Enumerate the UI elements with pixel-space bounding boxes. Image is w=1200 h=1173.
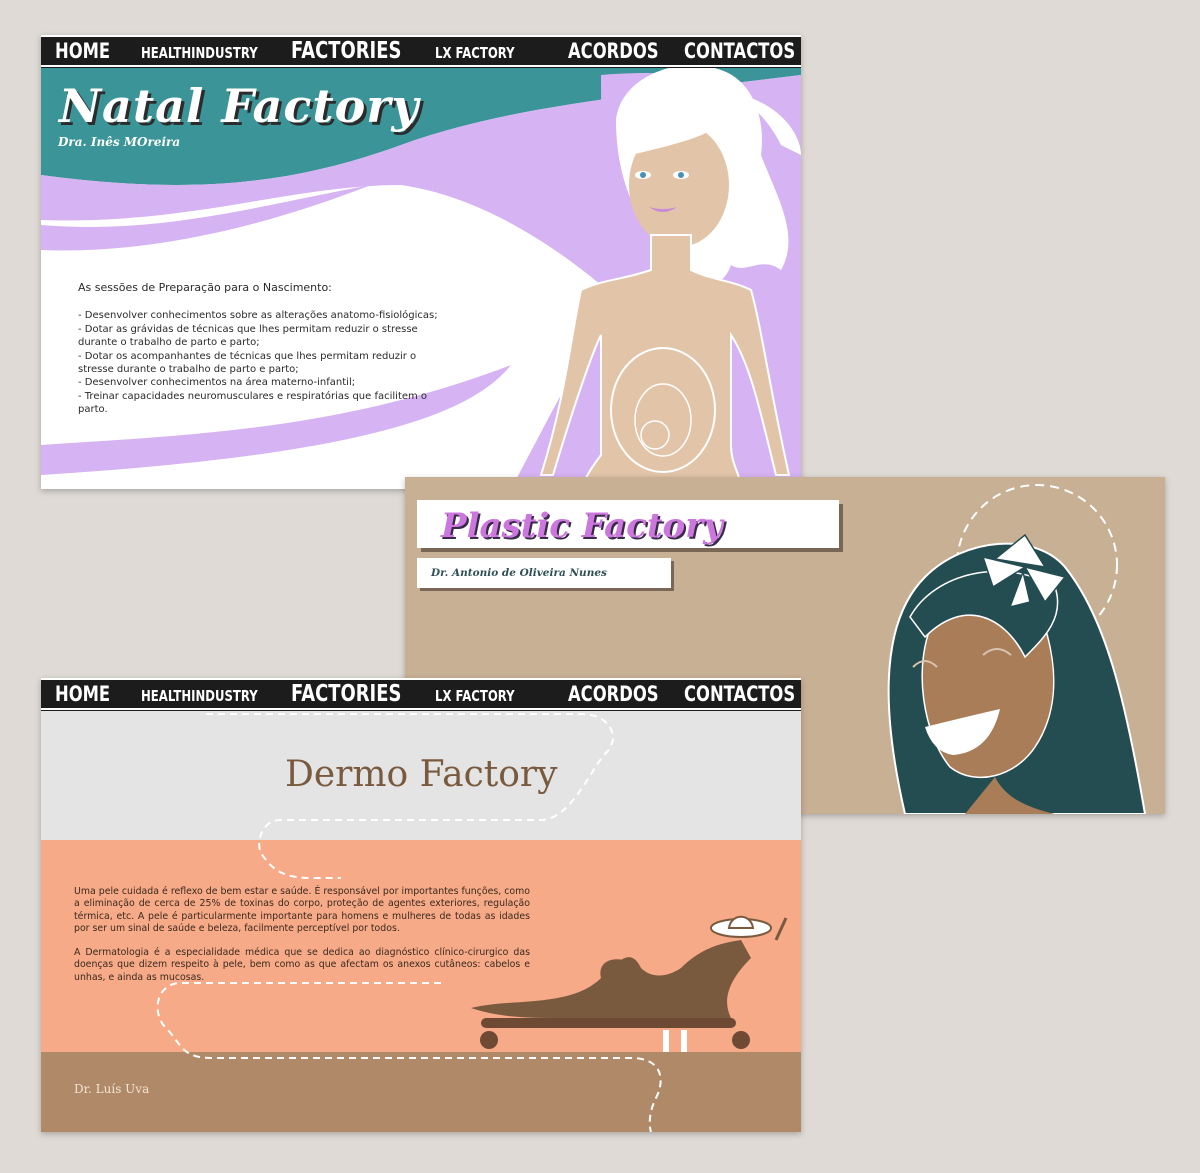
plastic-doctor-box: Dr. Antonio de Oliveira Nunes: [417, 558, 671, 588]
dermo-description: Uma pele cuidada é reflexo de bem estar …: [74, 886, 530, 996]
natal-factory-panel: HOME HEALTHINDUSTRY FACTORIES LX FACTORY…: [41, 35, 801, 489]
natal-title: Natal Factory: [59, 79, 420, 133]
dermo-doctor-name: Dr. Luís Uva: [74, 1082, 150, 1096]
main-nav-bar: HOME HEALTHINDUSTRY FACTORIES LX FACTORY…: [41, 35, 801, 68]
nav-acordos-link[interactable]: ACORDOS: [568, 37, 659, 65]
dermo-paragraph: A Dermatologia é a especialidade médica …: [74, 947, 530, 983]
nav-contactos-link[interactable]: CONTACTOS: [684, 680, 795, 708]
plastic-title-box: Plastic Factory: [417, 500, 839, 548]
dermo-factory-panel: HOME HEALTHINDUSTRY FACTORIES LX FACTORY…: [41, 678, 801, 1132]
natal-intro: As sessões de Preparação para o Nascimen…: [78, 281, 332, 294]
nav-home-link[interactable]: HOME: [55, 680, 110, 708]
list-item: - Dotar as grávidas de técnicas que lhes…: [78, 323, 418, 349]
dermo-paragraph: Uma pele cuidada é reflexo de bem estar …: [74, 886, 530, 934]
list-item: - Desenvolver conhecimentos sobre as alt…: [78, 310, 438, 322]
nav-factories-link[interactable]: FACTORIES: [291, 680, 401, 708]
dermo-title: Dermo Factory: [285, 754, 558, 795]
nav-acordos-link[interactable]: ACORDOS: [568, 680, 659, 708]
nav-healthindustry-link[interactable]: HEALTHINDUSTRY: [141, 682, 258, 710]
nav-home-link[interactable]: HOME: [55, 37, 110, 65]
main-nav-bar: HOME HEALTHINDUSTRY FACTORIES LX FACTORY…: [41, 678, 801, 711]
nav-contactos-link[interactable]: CONTACTOS: [684, 37, 795, 65]
nav-lxfactory-link[interactable]: LX FACTORY: [435, 39, 515, 67]
nav-factories-link[interactable]: FACTORIES: [291, 37, 401, 65]
list-item: - Treinar capacidades neuromusculares e …: [78, 390, 428, 416]
list-item: - Dotar os acompanhantes de técnicas que…: [78, 350, 417, 376]
nav-lxfactory-link[interactable]: LX FACTORY: [435, 682, 515, 710]
nav-healthindustry-link[interactable]: HEALTHINDUSTRY: [141, 39, 258, 67]
natal-doctor-name: Dra. Inês MOreira: [58, 135, 181, 149]
plastic-title: Plastic Factory: [441, 506, 723, 546]
list-item: - Desenvolver conhecimentos na área mate…: [78, 377, 356, 389]
plastic-doctor-name: Dr. Antonio de Oliveira Nunes: [431, 567, 607, 579]
natal-description: As sessões de Preparação para o Nascimen…: [78, 281, 438, 417]
